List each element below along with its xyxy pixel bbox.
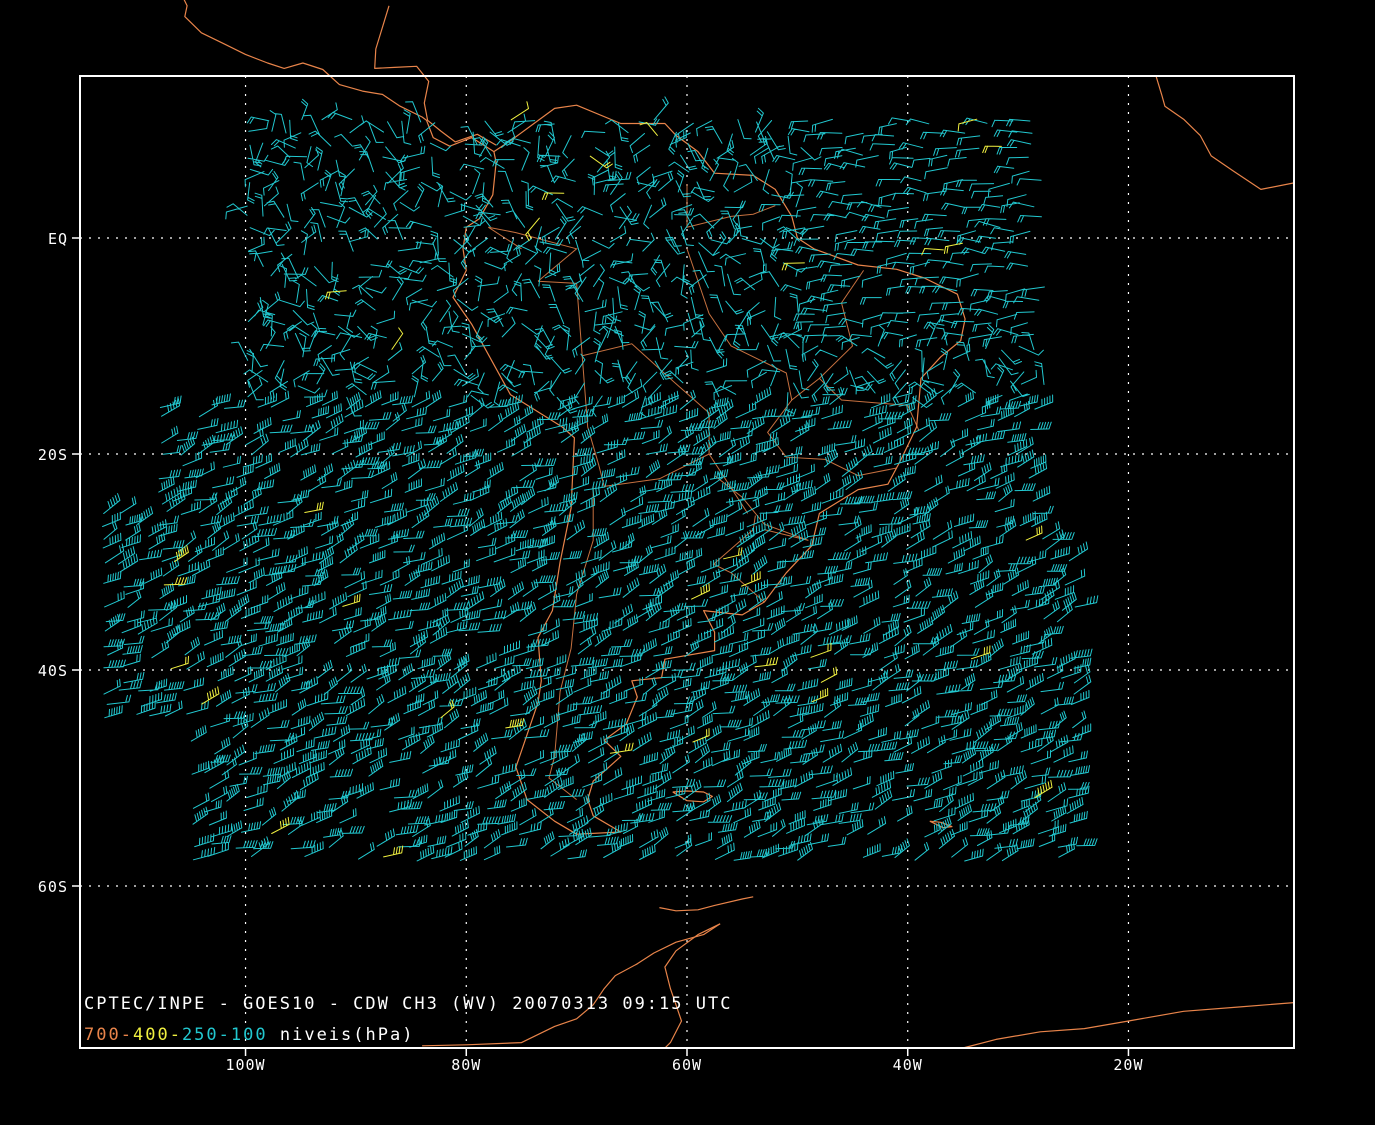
caption-levels: 700-400-250-100 niveis(hPa) — [84, 1025, 414, 1045]
lon-tick-label: 40W — [893, 1056, 923, 1074]
level-legend-item: - — [170, 1025, 182, 1045]
level-legend-item: - — [121, 1025, 133, 1045]
lon-tick-label: 80W — [451, 1056, 481, 1074]
level-legend-item: 700 — [84, 1025, 121, 1045]
lat-tick-label: EQ — [48, 230, 68, 248]
lat-tick-label: 40S — [38, 662, 68, 680]
lat-tick-label: 60S — [38, 878, 68, 896]
caption-title: CPTEC/INPE - GOES10 - CDW CH3 (WV) 20070… — [84, 994, 732, 1014]
lon-tick-label: 100W — [225, 1056, 265, 1074]
level-legend-item: - — [219, 1025, 231, 1045]
lon-tick-label: 60W — [672, 1056, 702, 1074]
level-legend-item: 100 — [231, 1025, 268, 1045]
level-legend-item: 400 — [133, 1025, 170, 1045]
wind-map-figure: EQ 20S 40S 60S 100W 80W 60W 40W 20W CPTEC/INPE -… — [0, 0, 1375, 1125]
level-legend-suffix: niveis(hPa) — [268, 1025, 415, 1045]
wind-map-canvas: EQ 20S 40S 60S 100W 80W 60W 40W 20W CPTEC/INPE -… — [0, 0, 1375, 1125]
lat-tick-label: 20S — [38, 446, 68, 464]
lon-tick-label: 20W — [1113, 1056, 1143, 1074]
level-legend-item: 250 — [182, 1025, 219, 1045]
